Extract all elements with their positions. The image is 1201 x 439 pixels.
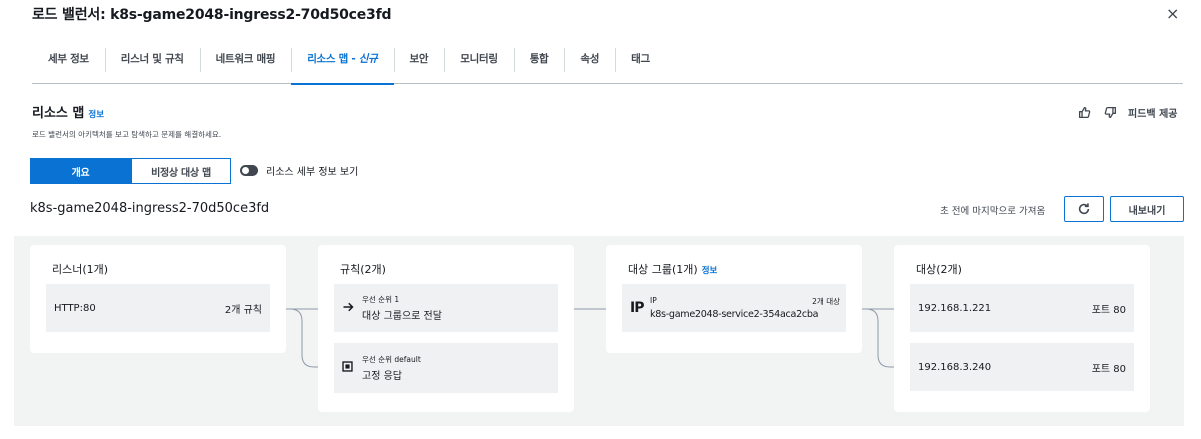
details-toggle-row: 리소스 세부 정보 보기 — [240, 163, 358, 178]
target-port: 포트 80 — [1091, 363, 1126, 375]
ip-type-icon: IP — [630, 300, 644, 316]
listener-item[interactable]: HTTP:80 2개 규칙 — [46, 284, 270, 332]
rule-action: 대상 그룹으로 전달 — [362, 311, 442, 322]
unhealthy-map-button[interactable]: 비정상 대상 맵 — [131, 158, 231, 184]
thumbs-up-icon[interactable] — [1076, 106, 1092, 120]
close-icon[interactable]: × — [1166, 4, 1179, 23]
rule-item[interactable]: 우선 순위 default 고정 응답 — [334, 343, 558, 393]
section-description: 로드 밸런서의 아키텍처를 보고 탐색하고 문제를 해결하세요. — [32, 130, 222, 139]
tab-tags[interactable]: 태그 — [615, 40, 666, 83]
overview-button[interactable]: 개요 — [30, 158, 131, 184]
listener-rule-count: 2개 규칙 — [224, 304, 262, 316]
tab-bar: 세부 정보 리스너 및 규칙 네트워크 매핑 리소스 맵 - 신규 보안 모니터… — [32, 40, 1183, 85]
new-badge: 신규 — [358, 53, 378, 65]
target-groups-card: 대상 그룹(1개) 정보 IP IP 2개 대상 k8s-game2048-ser… — [606, 245, 862, 353]
details-toggle-label: 리소스 세부 정보 보기 — [266, 167, 359, 178]
rule-item[interactable]: 우선 순위 1 대상 그룹으로 전달 — [334, 284, 558, 332]
target-port: 포트 80 — [1091, 304, 1126, 316]
tab-details[interactable]: 세부 정보 — [32, 40, 105, 83]
view-segmented-control: 개요 비정상 대상 맵 — [30, 158, 231, 184]
target-group-count: 2개 대상 — [812, 297, 840, 306]
target-ip: 192.168.1.221 — [918, 302, 992, 314]
target-item[interactable]: 192.168.1.221 포트 80 — [910, 284, 1134, 332]
targets-title: 대상(2개) — [916, 263, 962, 276]
target-group-type: IP — [650, 296, 657, 305]
listeners-card: 리스너(1개) HTTP:80 2개 규칙 — [30, 245, 286, 353]
tab-listeners-rules[interactable]: 리스너 및 규칙 — [104, 40, 200, 83]
target-ip: 192.168.3.240 — [918, 361, 992, 373]
tab-resource-map[interactable]: 리소스 맵 - 신규 — [291, 40, 394, 85]
target-group-item[interactable]: IP IP 2개 대상 k8s-game2048-service2-354aca… — [622, 284, 846, 332]
tab-integrations[interactable]: 통합 — [513, 40, 565, 83]
load-balancer-name: k8s-game2048-ingress2-70d50ce3fd — [30, 201, 270, 216]
rules-title: 규칙(2개) — [340, 263, 386, 276]
export-button[interactable]: 내보내기 — [1110, 196, 1184, 222]
rule-priority: 우선 순위 default — [362, 355, 421, 364]
tab-attributes[interactable]: 속성 — [564, 40, 615, 83]
tab-monitoring[interactable]: 모니터링 — [444, 40, 513, 83]
rule-action: 고정 응답 — [362, 371, 402, 382]
tab-security[interactable]: 보안 — [393, 40, 445, 83]
listeners-title: 리스너(1개) — [52, 263, 109, 276]
page-title: 로드 밸런서: k8s-game2048-ingress2-70d50ce3fd — [32, 7, 392, 23]
targets-card: 대상(2개) 192.168.1.221 포트 80 192.168.3.240… — [894, 245, 1150, 412]
info-link[interactable]: 정보 — [702, 266, 718, 276]
feedback-link[interactable]: 피드백 제공 — [1128, 105, 1177, 120]
tab-network-mapping[interactable]: 네트워크 매핑 — [199, 40, 292, 83]
fixed-response-icon — [342, 361, 362, 375]
target-item[interactable]: 192.168.3.240 포트 80 — [910, 343, 1134, 391]
listener-protocol: HTTP:80 — [54, 302, 96, 314]
target-groups-title: 대상 그룹(1개) 정보 — [628, 263, 718, 276]
rules-card: 규칙(2개) 우선 순위 1 대상 그룹으로 전달 우선 순위 default … — [318, 245, 574, 412]
refresh-icon — [1078, 203, 1090, 215]
section-title: 리소스 맵 정보 — [32, 106, 105, 121]
feedback-area: 피드백 제공 — [1076, 105, 1177, 120]
details-toggle[interactable] — [240, 165, 258, 176]
target-group-name: k8s-game2048-service2-354aca2cba — [650, 309, 819, 320]
last-refreshed-text: 초 전에 마지막으로 가져옴 — [940, 206, 1046, 217]
refresh-button[interactable] — [1064, 196, 1104, 222]
thumbs-down-icon[interactable] — [1102, 106, 1118, 120]
rule-priority: 우선 순위 1 — [362, 295, 400, 304]
info-link[interactable]: 정보 — [88, 110, 104, 120]
arrow-right-icon — [342, 301, 362, 316]
